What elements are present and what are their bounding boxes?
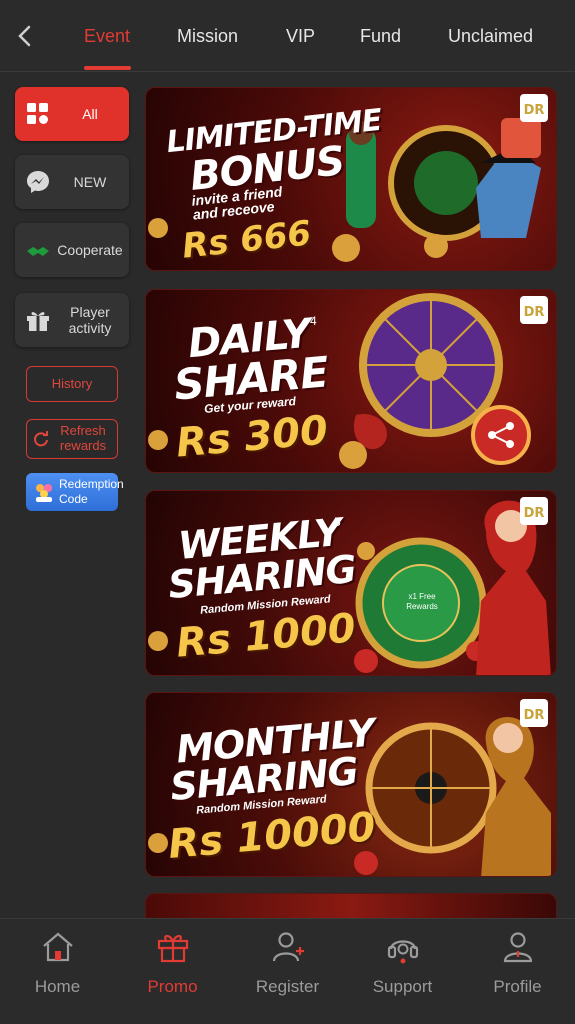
- brand-logo-icon: DR: [518, 92, 550, 124]
- monthly-sharing-banner[interactable]: DR MONTHLY SHARING Random Mission Reward…: [145, 692, 557, 877]
- messenger-icon: [27, 171, 49, 193]
- profile-icon: [503, 932, 533, 963]
- brand-logo-icon: DR: [518, 294, 550, 326]
- nav-promo[interactable]: Promo: [115, 919, 230, 1024]
- daily-share-banner[interactable]: DR DAILY 4 SHARE Get your reward Rs 300: [145, 289, 557, 473]
- limited-time-bonus-banner[interactable]: DR LIMITED-TIME BONUS invite a friend an…: [145, 87, 557, 271]
- svg-text:DR: DR: [524, 103, 545, 118]
- redemption-code-label: Redemption Code: [59, 477, 124, 506]
- banner-badge: 5: [334, 515, 341, 529]
- back-arrow-icon[interactable]: [12, 22, 40, 50]
- nav-support[interactable]: Support: [345, 919, 460, 1024]
- tab-unclaimed[interactable]: Unclaimed: [448, 26, 533, 47]
- nav-label: Profile: [493, 977, 542, 996]
- sidebar-item-cooperate[interactable]: Cooperate: [15, 223, 129, 277]
- sidebar-item-label: NEW: [73, 174, 107, 190]
- nav-label: Home: [34, 977, 81, 996]
- grid-icon: [27, 103, 48, 124]
- refresh-rewards-button[interactable]: Refresh rewards: [26, 419, 118, 459]
- home-icon: [43, 932, 73, 962]
- redemption-code-button[interactable]: Redemption Code: [26, 473, 124, 511]
- sidebar-item-new[interactable]: NEW: [15, 155, 129, 209]
- sidebar-item-all[interactable]: All: [15, 87, 129, 141]
- refresh-icon: [34, 431, 48, 447]
- brand-logo-icon: DR: [518, 697, 550, 729]
- sidebar-item-label: Player activity: [68, 304, 112, 336]
- tab-event[interactable]: Event: [84, 26, 130, 47]
- sidebar-item-player-activity[interactable]: Player activity: [15, 293, 129, 347]
- wheel-center-label: x1 Free Rewards: [406, 592, 438, 611]
- nav-label: Register: [255, 977, 320, 996]
- active-tab-indicator: [84, 66, 131, 70]
- nav-profile[interactable]: Profile: [460, 919, 575, 1024]
- flower-icon: [36, 484, 52, 502]
- tab-mission[interactable]: Mission: [177, 26, 238, 47]
- svg-text:DR: DR: [524, 305, 545, 320]
- nav-register[interactable]: Register: [230, 919, 345, 1024]
- refresh-rewards-label: Refresh rewards: [59, 423, 107, 453]
- gift-icon: [27, 312, 49, 331]
- nav-label: Promo: [147, 977, 198, 996]
- history-button[interactable]: History: [26, 366, 118, 402]
- nav-label: Support: [372, 977, 433, 996]
- add-user-icon: [272, 932, 304, 962]
- weekly-sharing-banner[interactable]: x1 Free Rewards DR WEEKLY 5 SHARING Rand…: [145, 490, 557, 676]
- sidebar-item-label: All: [82, 106, 98, 122]
- sidebar-item-label: Cooperate: [57, 242, 123, 258]
- headset-icon: [387, 940, 419, 964]
- handshake-icon: [27, 247, 49, 256]
- svg-text:DR: DR: [524, 506, 545, 521]
- brand-logo-icon: DR: [518, 495, 550, 527]
- nav-home[interactable]: Home: [0, 919, 115, 1024]
- svg-text:DR: DR: [524, 708, 545, 723]
- tab-vip[interactable]: VIP: [286, 26, 315, 47]
- gift-icon: [157, 934, 189, 963]
- tab-fund[interactable]: Fund: [360, 26, 401, 47]
- banner-badge: 4: [310, 314, 317, 328]
- bottom-navigation: Home Promo Register Support Profile: [0, 918, 575, 1024]
- top-tab-bar: Event Mission VIP Fund Unclaimed: [0, 0, 575, 72]
